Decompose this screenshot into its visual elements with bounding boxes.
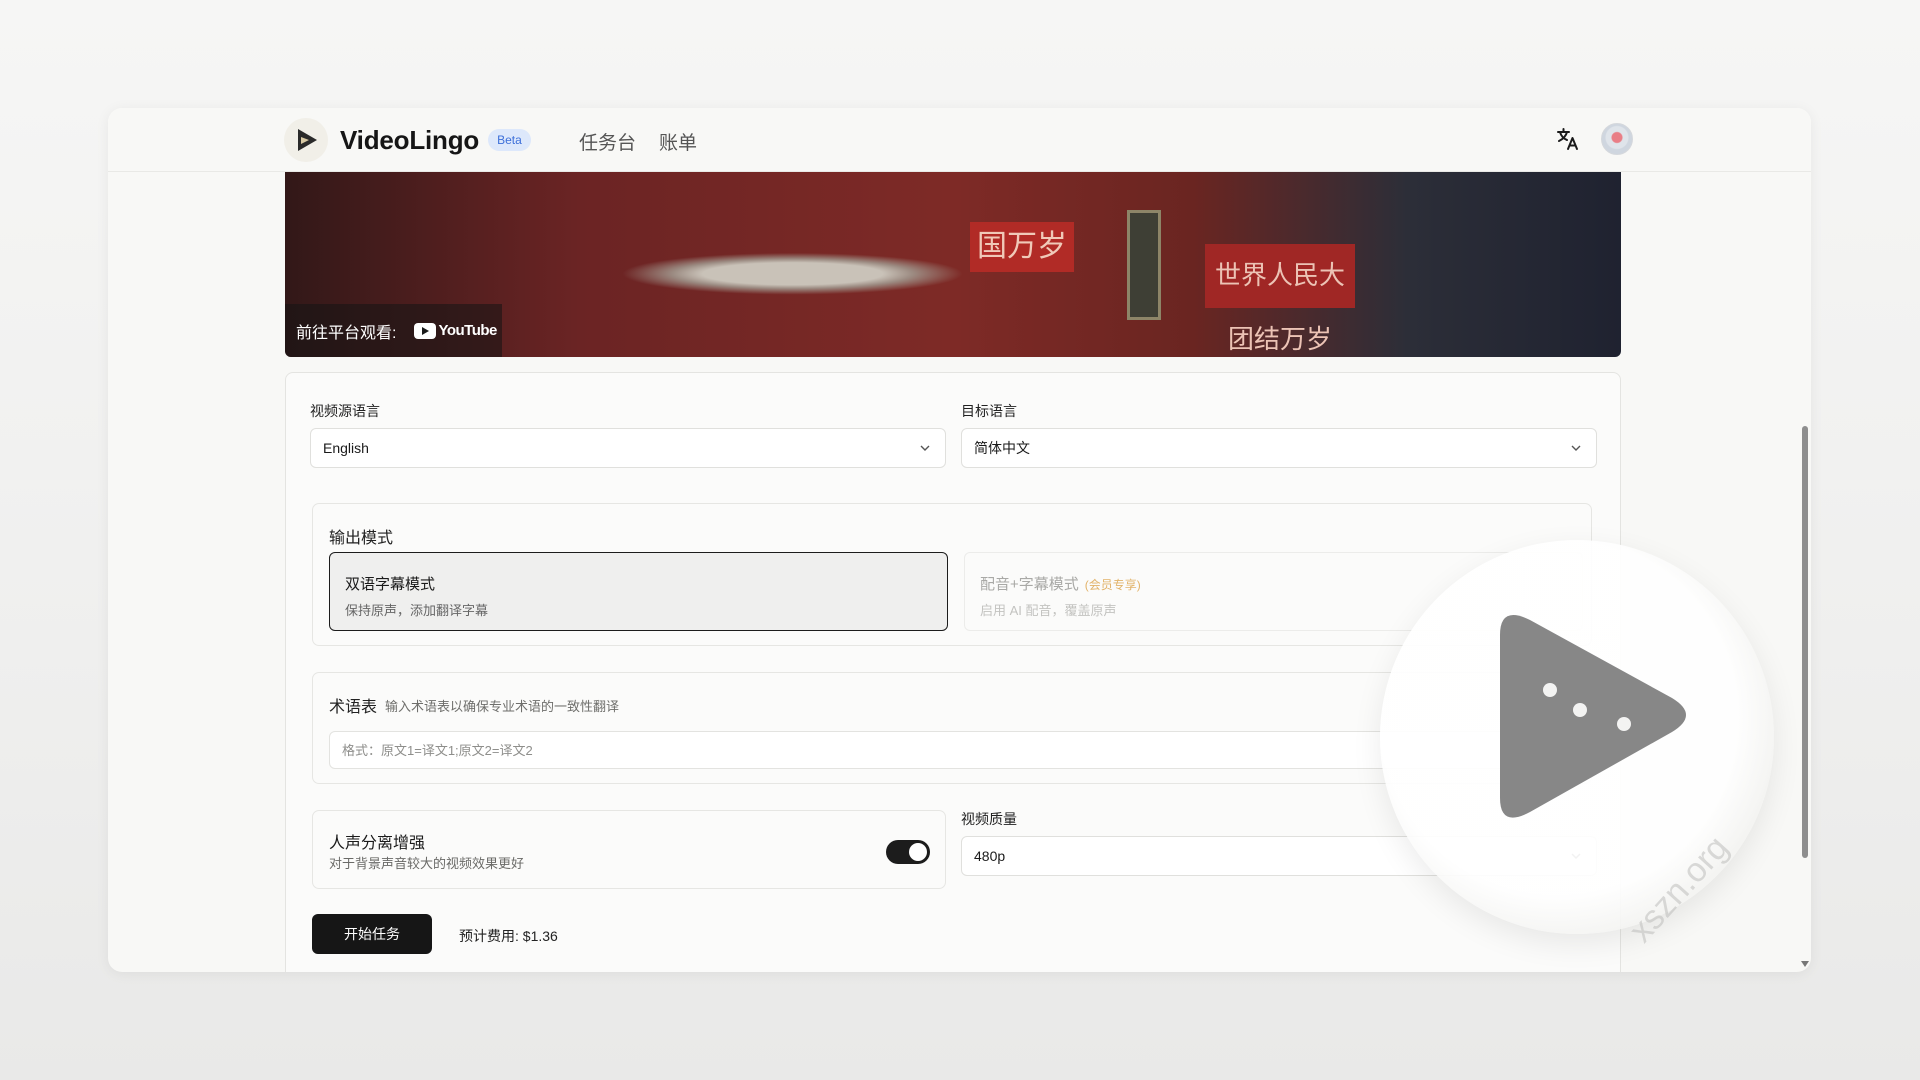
- logo-icon: [284, 118, 328, 162]
- glossary-desc: 输入术语表以确保专业术语的一致性翻译: [385, 699, 620, 714]
- translate-icon[interactable]: [1553, 124, 1583, 154]
- user-avatar[interactable]: [1601, 123, 1633, 155]
- scroll-down-arrow-icon[interactable]: [1801, 961, 1809, 967]
- toggle-knob: [909, 843, 927, 861]
- target-language-value: 简体中文: [974, 440, 1030, 456]
- vocal-separation-toggle[interactable]: [886, 840, 930, 864]
- mode-option-title: 双语字幕模式: [345, 576, 436, 593]
- mode-option-desc: 保持原声，添加翻译字幕: [345, 603, 489, 618]
- youtube-link[interactable]: YouTube: [414, 322, 497, 339]
- start-task-button[interactable]: 开始任务: [312, 914, 432, 954]
- video-preview[interactable]: 国万岁 世界人民大团结万岁 前往平台观看: YouTube: [285, 172, 1621, 357]
- vocal-separation-title: 人声分离增强: [329, 835, 426, 852]
- scene-banner-right: 世界人民大团结万岁: [1205, 244, 1355, 355]
- estimated-cost: 预计费用: $1.36: [459, 928, 558, 944]
- main-nav: 任务台 账单: [579, 128, 697, 155]
- source-language-value: English: [323, 440, 369, 456]
- mode-option-title-text: 配音+字幕模式: [980, 576, 1079, 593]
- youtube-label: YouTube: [438, 322, 497, 339]
- source-language-label: 视频源语言: [310, 403, 380, 419]
- youtube-icon: [414, 322, 437, 339]
- watch-on-platform[interactable]: 前往平台观看: YouTube: [285, 304, 502, 357]
- scene-portrait: [1127, 210, 1161, 320]
- brand-logo-group[interactable]: VideoLingo Beta: [284, 118, 531, 162]
- nav-item-billing[interactable]: 账单: [659, 128, 697, 155]
- scroll-thumb[interactable]: [1802, 426, 1808, 858]
- brand-name: VideoLingo: [340, 124, 480, 155]
- beta-badge: Beta: [488, 129, 531, 151]
- watch-label: 前往平台观看:: [296, 324, 397, 342]
- page-scrollbar[interactable]: [1798, 108, 1811, 972]
- video-quality-value: 480p: [974, 848, 1006, 864]
- mode-option-bilingual[interactable]: 双语字幕模式 保持原声，添加翻译字幕: [329, 552, 948, 631]
- video-quality-label: 视频质量: [961, 811, 1017, 827]
- vocal-separation-desc: 对于背景声音较大的视频效果更好: [329, 856, 525, 871]
- chevron-down-icon: [920, 445, 930, 451]
- top-navbar: VideoLingo Beta 任务台 账单: [108, 108, 1811, 172]
- chevron-down-icon: [1571, 445, 1581, 451]
- nav-item-tasks[interactable]: 任务台: [579, 128, 636, 155]
- glossary-title: 术语表: [329, 699, 378, 716]
- header-actions: [1553, 123, 1633, 155]
- output-mode-title: 输出模式: [329, 530, 394, 547]
- source-language-select[interactable]: English: [310, 428, 946, 468]
- vocal-separation-section: 人声分离增强 对于背景声音较大的视频效果更好: [312, 810, 946, 889]
- target-language-label: 目标语言: [961, 403, 1017, 419]
- scene-banner-left: 国万岁: [970, 222, 1074, 272]
- target-language-select[interactable]: 简体中文: [961, 428, 1597, 468]
- member-only-tag: (会员专享): [1084, 578, 1141, 592]
